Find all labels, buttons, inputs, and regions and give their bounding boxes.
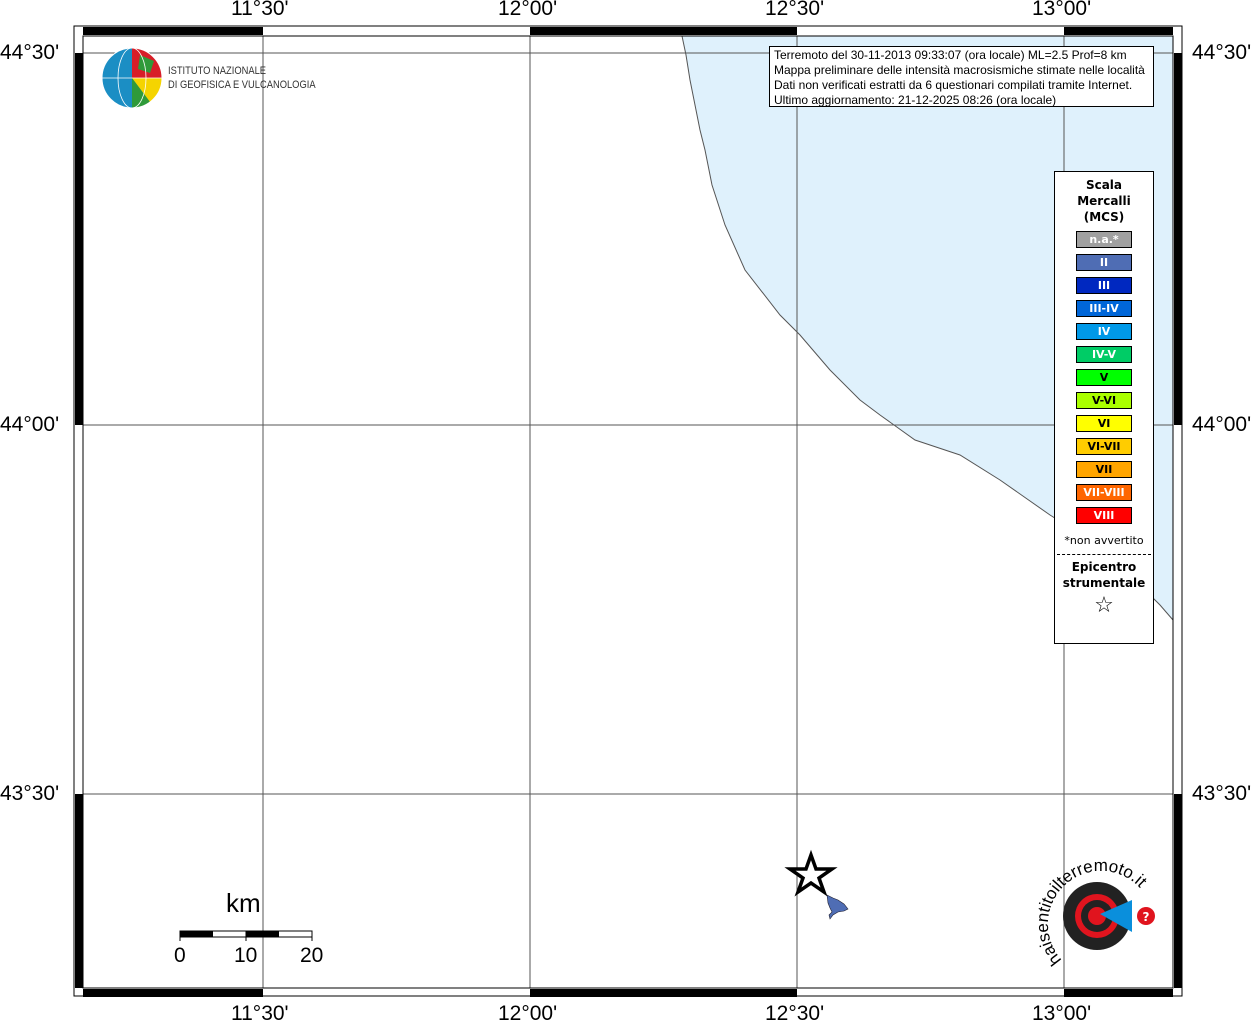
ingv-logo-text: ISTITUTO NAZIONALE DI GEOFISICA E VULCANO…: [168, 65, 316, 91]
legend-item-iii-iv: III-IV: [1076, 300, 1132, 317]
legend-item-vii-viii: VII-VIII: [1076, 484, 1132, 501]
legend-item-vii: VII: [1076, 461, 1132, 478]
ingv-logo-globe: [101, 47, 163, 109]
scale-label: 0: [174, 944, 186, 967]
lon-tick-bottom: 11°30': [231, 1002, 289, 1025]
legend-note: *non avvertito: [1064, 534, 1144, 547]
star-icon: ☆: [1094, 593, 1114, 618]
legend-item-iii: III: [1076, 277, 1132, 294]
scale-label: 20: [300, 944, 324, 967]
legend-item-vi: VI: [1076, 415, 1132, 432]
lon-tick-bottom: 12°00': [498, 1002, 558, 1025]
legend-title: Scala Mercalli (MCS): [1077, 178, 1131, 224]
legend-item-na: n.a.*: [1076, 231, 1132, 248]
lat-tick-right: 44°30': [1192, 41, 1252, 64]
legend-swatches: n.a.* II III III-IV IV IV-V V V-VI VI VI-VII VII VI…: [1055, 231, 1153, 524]
mcs-legend: Scala Mercalli (MCS) n.a.* II III III-IV IV IV-…: [1054, 171, 1154, 644]
lon-tick-bottom: 12°30': [765, 1002, 825, 1025]
svg-text:?: ?: [1143, 910, 1150, 924]
legend-item-vi-vii: VI-VII: [1076, 438, 1132, 455]
legend-epicenter-label: Epicentro strumentale: [1062, 560, 1146, 590]
lon-tick-top: 13°00': [1032, 0, 1092, 20]
lon-tick-top: 12°30': [765, 0, 825, 20]
lon-tick-top: 12°00': [498, 0, 558, 20]
scale-unit: km: [226, 888, 261, 918]
legend-item-viii: VIII: [1076, 507, 1132, 524]
lat-tick-right: 43°30': [1192, 782, 1252, 805]
legend-item-iv: IV: [1076, 323, 1132, 340]
scale-label: 10: [234, 944, 258, 967]
lat-tick-left: 44°30': [0, 41, 60, 64]
lat-tick-left: 44°00': [0, 413, 60, 436]
legend-item-ii: II: [1076, 254, 1132, 271]
legend-item-v: V: [1076, 369, 1132, 386]
legend-divider: [1057, 554, 1151, 555]
legend-item-v-vi: V-VI: [1076, 392, 1132, 409]
lon-tick-top: 11°30': [231, 0, 289, 20]
lat-tick-right: 44°00': [1192, 413, 1252, 436]
legend-item-iv-v: IV-V: [1076, 346, 1132, 363]
event-info-box: Terremoto del 30-11-2013 09:33:07 (ora l…: [769, 46, 1154, 107]
lat-tick-left: 43°30': [0, 782, 60, 805]
lon-tick-bottom: 13°00': [1032, 1002, 1092, 1025]
